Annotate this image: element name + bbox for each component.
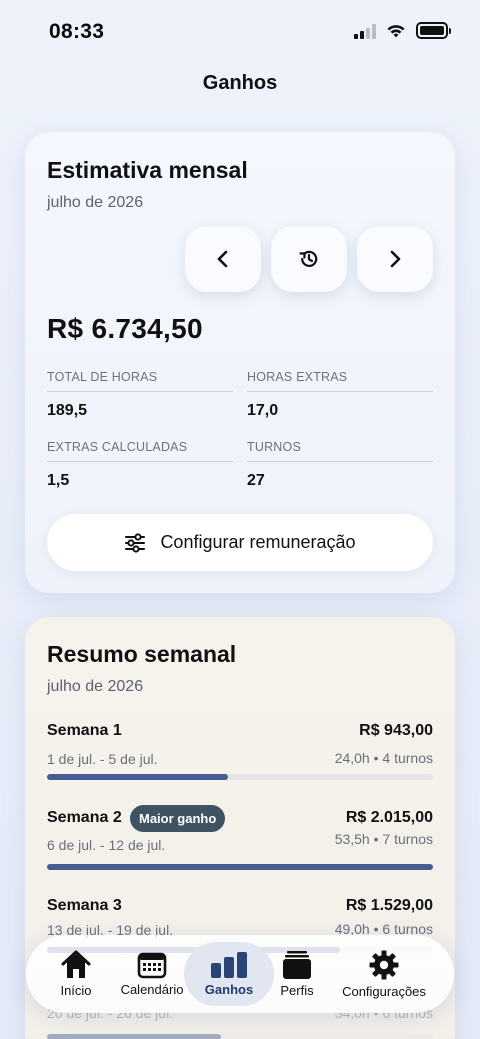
stat-value: 189,5 (47, 402, 88, 419)
history-icon (299, 250, 318, 267)
current-month-button[interactable] (271, 226, 347, 292)
week-row-1[interactable]: Semana 1 1 de jul. - 5 de jul. R$ 943,00… (47, 722, 433, 782)
monthly-estimate-card: Estimativa mensal julho de 2026 R$ 6.734… (25, 132, 455, 593)
previous-month-button[interactable] (185, 226, 261, 292)
week-name: Semana 2 (47, 809, 122, 826)
estimate-title: Estimativa mensal (47, 157, 248, 183)
wifi-icon (387, 24, 405, 37)
chevron-left-icon (217, 250, 228, 268)
calendar-icon (137, 952, 167, 979)
next-month-button[interactable] (357, 226, 433, 292)
week-dates: 1 de jul. - 5 de jul. (47, 751, 158, 767)
stat-label: TURNOS (247, 440, 433, 462)
estimate-month: julho de 2026 (47, 194, 144, 211)
chevron-right-icon (390, 250, 401, 268)
sliders-icon (125, 532, 146, 553)
week-progress-fill (47, 774, 229, 780)
stat-value: 27 (247, 472, 265, 489)
signal-icon (354, 23, 376, 39)
home-icon (61, 950, 91, 978)
estimated-amount: R$ 6.734,50 (47, 313, 203, 344)
week-progress-bar (47, 774, 433, 780)
week-progress-fill (47, 1034, 221, 1039)
configure-pay-button[interactable]: Configurar remuneração (47, 514, 433, 571)
week-name: Semana 3 (47, 897, 122, 914)
battery-icon (416, 22, 451, 39)
folder-icon (283, 951, 311, 979)
tab-label: Perfis (280, 983, 314, 998)
stat-total-hours: TOTAL DE HORAS 189,5 (47, 370, 233, 420)
week-meta: 53,5h • 7 turnos (334, 831, 433, 847)
configure-pay-label: Configurar remuneração (160, 532, 356, 552)
week-progress-bar (47, 864, 433, 870)
week-progress-fill (47, 864, 433, 870)
week-amount: R$ 2.015,00 (345, 809, 433, 826)
stat-label: HORAS EXTRAS (247, 370, 433, 392)
bottom-tab-bar: Início Calendário Ganhos Perfis Configur… (26, 935, 454, 1013)
tab-perfis[interactable]: Perfis (272, 935, 322, 1013)
tab-label: Configurações (342, 984, 426, 999)
stat-value: 1,5 (47, 472, 70, 489)
page-title: Ganhos (202, 72, 278, 94)
status-icons (354, 22, 451, 39)
stat-overtime-hours: HORAS EXTRAS 17,0 (247, 370, 433, 420)
week-progress-bar (47, 1034, 433, 1039)
status-bar: 08:33 (0, 0, 480, 64)
status-time: 08:33 (49, 20, 105, 43)
gear-icon (369, 950, 399, 980)
chart-icon (211, 952, 247, 978)
week-name: Semana 1 (47, 722, 122, 739)
week-meta: 24,0h • 4 turnos (334, 750, 433, 766)
weekly-month: julho de 2026 (47, 678, 144, 695)
stat-label: TOTAL DE HORAS (47, 370, 233, 392)
stat-value: 17,0 (247, 402, 279, 419)
stat-label: EXTRAS CALCULADAS (47, 440, 233, 462)
week-amount: R$ 943,00 (359, 722, 433, 739)
tab-label: Calendário (120, 982, 184, 997)
tab-label: Ganhos (204, 982, 254, 997)
week-row-2[interactable]: Semana 2 Maior ganho 6 de jul. - 12 de j… (47, 805, 433, 870)
week-dates: 6 de jul. - 12 de jul. (47, 837, 166, 853)
week-amount: R$ 1.529,00 (345, 897, 433, 914)
tab-ganhos[interactable]: Ganhos (188, 935, 270, 1013)
tab-label: Início (60, 983, 92, 998)
tab-inicio[interactable]: Início (40, 935, 112, 1013)
tab-configuracoes[interactable]: Configurações (334, 935, 434, 1013)
tab-calendario[interactable]: Calendário (114, 935, 190, 1013)
weekly-title: Resumo semanal (47, 641, 237, 667)
stat-shifts: TURNOS 27 (247, 440, 433, 490)
top-earning-badge: Maior ganho (130, 805, 226, 832)
stat-calculated-extras: EXTRAS CALCULADAS 1,5 (47, 440, 233, 490)
